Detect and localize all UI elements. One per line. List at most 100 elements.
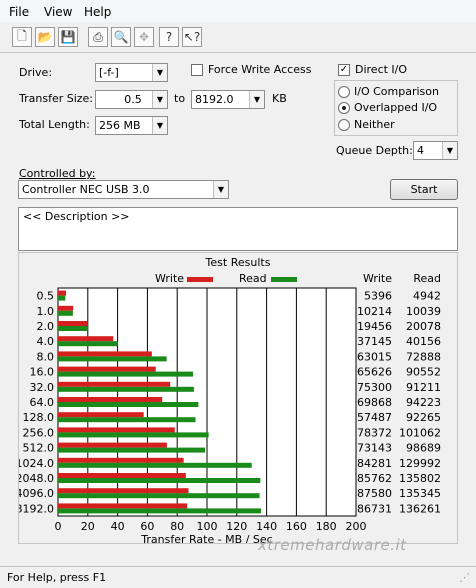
y-tick-label: 1.0: [37, 305, 55, 318]
write-bar: [58, 336, 114, 342]
radio-io-comparison[interactable]: [338, 86, 350, 98]
write-value: 19456: [357, 320, 392, 333]
x-tick-label: 60: [140, 520, 154, 533]
write-value: 5396: [364, 290, 392, 303]
write-bar: [58, 321, 88, 326]
legend-read-swatch: [271, 277, 297, 282]
chevron-down-icon: ▼: [442, 142, 457, 159]
x-tick-label: 120: [226, 520, 247, 533]
read-value: 92265: [406, 411, 441, 424]
y-tick-label: 2.0: [37, 320, 55, 333]
queue-depth-label: Queue Depth:: [336, 144, 413, 157]
read-bar: [58, 478, 261, 483]
read-bar: [58, 447, 206, 453]
chevron-down-icon: ▼: [152, 117, 167, 134]
force-write-checkbox[interactable]: [191, 64, 203, 76]
menu-file[interactable]: File: [9, 5, 29, 19]
resize-grip-icon[interactable]: ⋰: [459, 571, 470, 584]
y-tick-label: 16.0: [30, 366, 55, 379]
write-value: 73143: [357, 442, 392, 455]
menu-view[interactable]: View: [44, 5, 72, 19]
read-bar: [58, 295, 66, 301]
y-tick-label: 256.0: [23, 426, 55, 439]
legend-read-label: Read: [239, 272, 267, 285]
x-tick-label: 100: [197, 520, 218, 533]
read-value: 10039: [406, 305, 441, 318]
read-bar: [58, 326, 88, 331]
read-bar: [58, 356, 167, 362]
x-axis-label: Transfer Rate - MB / Sec: [140, 533, 272, 543]
move-icon[interactable]: ✥: [134, 27, 154, 47]
read-value: 129992: [399, 457, 441, 470]
transfer-size-from-select[interactable]: 0.5 ▼: [95, 90, 168, 109]
read-value: 72888: [406, 350, 441, 363]
y-tick-label: 0.5: [37, 290, 55, 303]
read-bar: [58, 386, 194, 392]
print-icon[interactable]: ⎙: [88, 27, 108, 47]
direct-io-checkbox[interactable]: ✓: [338, 64, 350, 76]
y-tick-label: 32.0: [30, 381, 55, 394]
watermark: xtremehardware.it: [258, 536, 407, 554]
read-value: 98689: [406, 442, 441, 455]
y-tick-label: 128.0: [23, 411, 55, 424]
write-bar: [58, 427, 175, 433]
read-bar: [58, 508, 262, 514]
transfer-size-to-select[interactable]: 8192.0 ▼: [191, 90, 265, 109]
write-bar: [58, 473, 186, 478]
read-value: 91211: [406, 381, 441, 394]
start-button[interactable]: Start: [390, 179, 458, 200]
drive-select[interactable]: [-f-] ▼: [95, 63, 168, 82]
write-value: 37145: [357, 335, 392, 348]
print-preview-icon[interactable]: 🔍: [111, 27, 131, 47]
read-bar: [58, 462, 252, 468]
test-results-panel: Test Results Write Read Write Read 0 20 40 60 80 1…: [18, 252, 458, 544]
write-value: 75300: [357, 381, 392, 394]
menu-help[interactable]: Help: [84, 5, 111, 19]
drive-label: Drive:: [19, 66, 53, 79]
y-tick-label: 512.0: [23, 442, 55, 455]
read-bar: [58, 493, 260, 499]
radio-neither-label: Neither: [354, 118, 395, 131]
write-value: 10214: [357, 305, 392, 318]
write-value: 86731: [357, 502, 392, 515]
write-value: 85762: [357, 472, 392, 485]
queue-depth-select[interactable]: 4 ▼: [413, 141, 458, 160]
radio-io-comparison-label: I/O Comparison: [354, 85, 439, 98]
results-title: Test Results: [205, 256, 271, 269]
save-icon[interactable]: 💾: [58, 27, 78, 47]
radio-overlapped-io[interactable]: [338, 102, 350, 114]
new-icon[interactable]: 🗋: [12, 27, 32, 47]
read-bar: [58, 371, 193, 377]
write-bar: [58, 305, 74, 311]
to-label: to: [174, 92, 186, 105]
read-value: 135802: [399, 472, 441, 485]
total-length-label: Total Length:: [19, 118, 90, 131]
write-value: 63015: [357, 350, 392, 363]
x-tick-label: 160: [286, 520, 307, 533]
x-tick-label: 40: [111, 520, 125, 533]
write-bar: [58, 381, 171, 387]
radio-neither[interactable]: [338, 119, 350, 131]
open-icon[interactable]: 📂: [35, 27, 55, 47]
total-length-select[interactable]: 256 MB ▼: [95, 116, 168, 135]
controlled-by-select[interactable]: Controller NEC USB 3.0 ▼: [18, 180, 229, 199]
toolbar: 🗋 📂 💾 ⎙ 🔍 ✥ ? ↖?: [0, 22, 476, 53]
read-bar: [58, 341, 118, 347]
help-icon[interactable]: ?: [159, 27, 179, 47]
write-value: 87580: [357, 487, 392, 500]
read-value: 20078: [406, 320, 441, 333]
y-tick-label: 8.0: [37, 350, 55, 363]
chevron-down-icon: ▼: [152, 64, 167, 81]
read-value: 40156: [406, 335, 441, 348]
description-box[interactable]: << Description >>: [18, 207, 458, 251]
read-bar: [58, 432, 209, 438]
context-help-icon[interactable]: ↖?: [182, 27, 202, 47]
x-tick-label: 140: [256, 520, 277, 533]
write-bar: [58, 412, 144, 418]
read-bar: [58, 310, 73, 316]
write-bar: [58, 397, 163, 402]
write-value: 78372: [357, 426, 392, 439]
col-write-header: Write: [363, 272, 392, 285]
read-value: 136261: [399, 502, 441, 515]
transfer-size-label: Transfer Size:: [19, 92, 94, 105]
